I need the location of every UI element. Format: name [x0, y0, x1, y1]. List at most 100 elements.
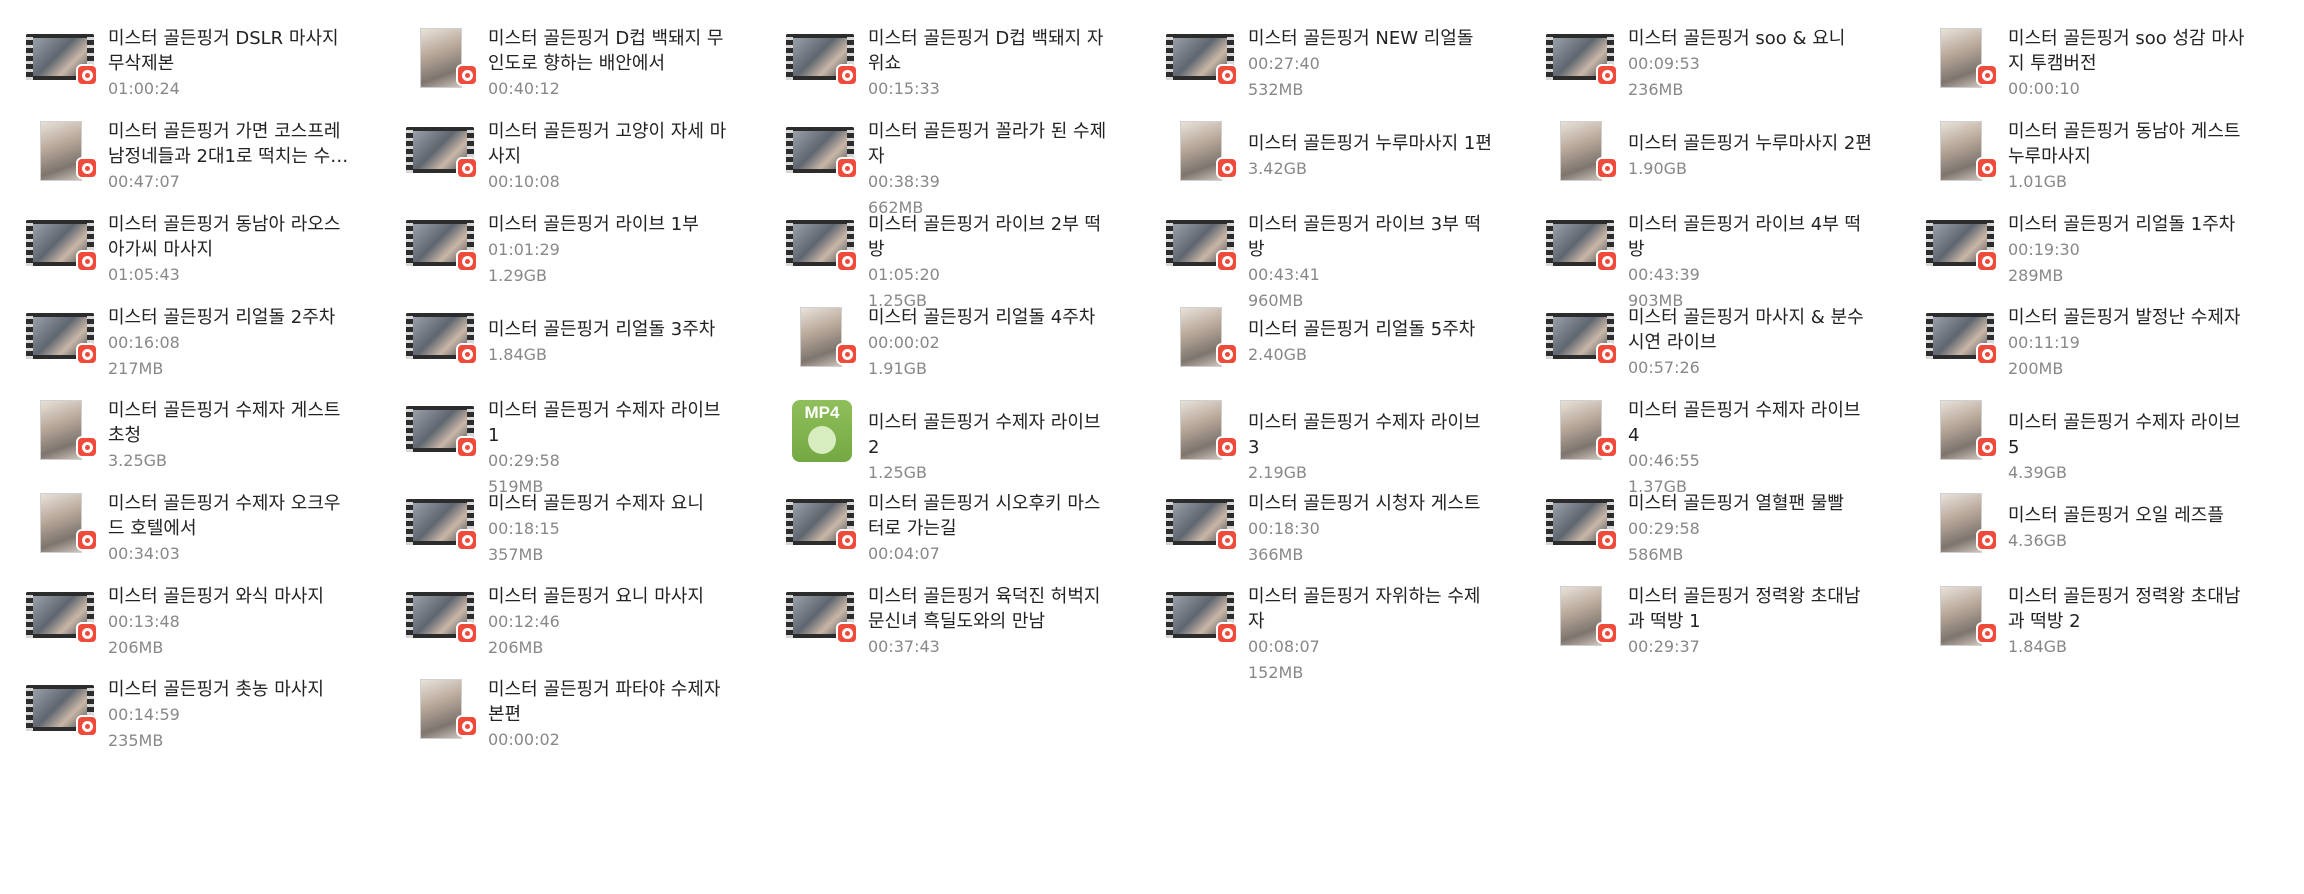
- file-info: 미스터 골든핑거 정력왕 초대남과 떡방 2 1.84GB: [2008, 584, 2256, 660]
- file-size: 200MB: [2008, 359, 2064, 378]
- file-item[interactable]: MP4 미스터 골든핑거 수제자 라이브 2 1.25GB: [764, 382, 1124, 482]
- file-item[interactable]: 미스터 골든핑거 시오후키 마스터로 가는길 00:04:07: [764, 475, 1124, 567]
- app-badge-icon: [1596, 157, 1618, 179]
- file-meta: 1.01GB: [2008, 172, 2067, 191]
- file-item[interactable]: 미스터 골든핑거 DSLR 마사지 무삭제본 01:00:24: [4, 10, 364, 102]
- file-size: 532MB: [1248, 80, 1304, 99]
- file-item[interactable]: 미스터 골든핑거 리얼돌 5주차 2.40GB: [1144, 289, 1504, 381]
- app-badge-icon: [836, 157, 858, 179]
- file-item[interactable]: 미스터 골든핑거 고양이 자세 마사지 00:10:08: [384, 103, 744, 195]
- file-meta: 4.36GB: [2008, 531, 2067, 550]
- file-name: 미스터 골든핑거 리얼돌 5주차: [1248, 319, 1476, 340]
- file-item[interactable]: 미스터 골든핑거 NEW 리얼돌 00:27:40 532MB: [1144, 10, 1504, 102]
- file-item[interactable]: 미스터 골든핑거 수제자 라이브 1 00:29:58 519MB: [384, 382, 744, 496]
- file-name: 미스터 골든핑거 D컵 백돼지 자위쇼: [868, 28, 1104, 74]
- file-meta: 00:57:26: [1628, 358, 1700, 377]
- app-badge-icon: [456, 622, 478, 644]
- file-item[interactable]: 미스터 골든핑거 D컵 백돼지 무인도로 향하는 배안에서 00:40:12: [384, 10, 744, 102]
- file-name: 미스터 골든핑거 시청자 게스트: [1248, 493, 1481, 514]
- file-thumbnail: [786, 121, 858, 179]
- file-item[interactable]: 미스터 골든핑거 정력왕 초대남과 떡방 2 1.84GB: [1904, 568, 2264, 660]
- file-name: 미스터 골든핑거 마사지 & 분수시연 라이브: [1628, 307, 1864, 353]
- file-item[interactable]: 미스터 골든핑거 수제자 게스트 초청 3.25GB: [4, 382, 364, 474]
- app-badge-icon: [1216, 250, 1238, 272]
- file-name: 미스터 골든핑거 수제자 라이브 5: [2008, 412, 2241, 458]
- file-item[interactable]: 미스터 골든핑거 자위하는 수제자 00:08:07 152MB: [1144, 568, 1504, 682]
- file-item[interactable]: 미스터 골든핑거 수제자 오크우드 호텔에서 00:34:03: [4, 475, 364, 567]
- app-badge-icon: [1216, 436, 1238, 458]
- file-item[interactable]: 미스터 골든핑거 파타야 수제자 본편 00:00:02: [384, 661, 744, 753]
- app-badge-icon: [456, 250, 478, 272]
- file-size: 217MB: [108, 359, 164, 378]
- file-item[interactable]: 미스터 골든핑거 soo & 요니 00:09:53 236MB: [1524, 10, 1884, 102]
- file-item[interactable]: 미스터 골든핑거 라이브 3부 떡방 00:43:41 960MB: [1144, 196, 1504, 310]
- file-name: 미스터 골든핑거 시오후키 마스터로 가는길: [868, 493, 1101, 539]
- file-item[interactable]: 미스터 골든핑거 발정난 수제자 00:11:19 200MB: [1904, 289, 2264, 381]
- file-item[interactable]: 미스터 골든핑거 수제자 라이브 3 2.19GB: [1144, 382, 1504, 482]
- file-name: 미스터 골든핑거 수제자 라이브 3: [1248, 412, 1481, 458]
- file-item[interactable]: 미스터 골든핑거 육덕진 허벅지 문신녀 흑딜도와의 만남 00:37:43: [764, 568, 1124, 660]
- file-item[interactable]: 미스터 골든핑거 리얼돌 2주차 00:16:08 217MB: [4, 289, 364, 381]
- file-item[interactable]: 미스터 골든핑거 수제자 요니 00:18:15 357MB: [384, 475, 744, 567]
- file-item[interactable]: 미스터 골든핑거 누루마사지 2편 1.90GB: [1524, 103, 1884, 195]
- app-badge-icon: [1216, 157, 1238, 179]
- file-name: 미스터 골든핑거 육덕진 허벅지 문신녀 흑딜도와의 만남: [868, 586, 1101, 632]
- file-item[interactable]: 미스터 골든핑거 라이브 4부 떡방 00:43:39 903MB: [1524, 196, 1884, 310]
- file-item[interactable]: 미스터 골든핑거 촛농 마사지 00:14:59 235MB: [4, 661, 364, 753]
- app-badge-icon: [456, 529, 478, 551]
- file-item[interactable]: 미스터 골든핑거 D컵 백돼지 자위쇼 00:15:33: [764, 10, 1124, 102]
- file-thumbnail: [1926, 121, 1998, 181]
- file-name: 미스터 골든핑거 리얼돌 4주차: [868, 307, 1096, 328]
- file-thumbnail: [1546, 493, 1618, 551]
- file-meta: 3.42GB: [1248, 159, 1307, 178]
- file-size: 1.91GB: [868, 359, 927, 378]
- file-item[interactable]: 미스터 골든핑거 라이브 2부 떡방 01:05:20 1.25GB: [764, 196, 1124, 310]
- file-meta: 00:29:58: [488, 451, 560, 470]
- file-thumbnail: [1926, 307, 1998, 365]
- app-badge-icon: [76, 436, 98, 458]
- app-badge-icon: [1976, 343, 1998, 365]
- file-thumbnail: [26, 28, 98, 86]
- file-thumbnail: [406, 28, 478, 88]
- file-item[interactable]: 미스터 골든핑거 수제자 라이브 4 00:46:55 1.37GB: [1524, 382, 1884, 496]
- file-name: 미스터 골든핑거 DSLR 마사지 무삭제본: [108, 28, 339, 74]
- file-item[interactable]: 미스터 골든핑거 soo 성감 마사지 투캠버전 00:00:10: [1904, 10, 2264, 102]
- file-info: 미스터 골든핑거 시오후키 마스터로 가는길 00:04:07: [868, 491, 1116, 567]
- file-item[interactable]: 미스터 골든핑거 동남아 라오스 아가씨 마사지 01:05:43: [4, 196, 364, 288]
- file-item[interactable]: 미스터 골든핑거 와식 마사지 00:13:48 206MB: [4, 568, 364, 660]
- file-meta: 1.84GB: [488, 345, 547, 364]
- file-item[interactable]: 미스터 골든핑거 시청자 게스트 00:18:30 366MB: [1144, 475, 1504, 567]
- file-name: 미스터 골든핑거 리얼돌 2주차: [108, 307, 336, 328]
- app-badge-icon: [76, 157, 98, 179]
- file-item[interactable]: 미스터 골든핑거 가면 코스프레 남정네들과 2대1로 떡치는 수제자 ... 0…: [4, 103, 364, 195]
- file-thumbnail: [406, 679, 478, 739]
- file-item[interactable]: 미스터 골든핑거 정력왕 초대남과 떡방 1 00:29:37: [1524, 568, 1884, 660]
- file-item[interactable]: 미스터 골든핑거 열혈팬 물빨 00:29:58 586MB: [1524, 475, 1884, 567]
- file-item[interactable]: 미스터 골든핑거 꼴라가 된 수제자 00:38:39 662MB: [764, 103, 1124, 217]
- file-item[interactable]: 미스터 골든핑거 리얼돌 1주차 00:19:30 289MB: [1904, 196, 2264, 288]
- file-thumbnail: [406, 586, 478, 644]
- file-item[interactable]: 미스터 골든핑거 리얼돌 3주차 1.84GB: [384, 289, 744, 381]
- app-badge-icon: [76, 529, 98, 551]
- file-name: 미스터 골든핑거 오일 레즈플: [2008, 505, 2224, 526]
- file-item[interactable]: 미스터 골든핑거 리얼돌 4주차 00:00:02 1.91GB: [764, 289, 1124, 381]
- file-meta: 00:16:08: [108, 333, 180, 352]
- file-grid: 미스터 골든핑거 DSLR 마사지 무삭제본 01:00:24 미스터 골든핑거 D…: [0, 0, 2304, 894]
- file-item[interactable]: 미스터 골든핑거 요니 마사지 00:12:46 206MB: [384, 568, 744, 660]
- file-item[interactable]: 미스터 골든핑거 누루마사지 1편 3.42GB: [1144, 103, 1504, 195]
- file-thumbnail: [1166, 493, 1238, 551]
- file-item[interactable]: 미스터 골든핑거 오일 레즈플 4.36GB: [1904, 475, 2264, 567]
- app-badge-icon: [836, 250, 858, 272]
- file-item[interactable]: 미스터 골든핑거 라이브 1부 01:01:29 1.29GB: [384, 196, 744, 288]
- mp4-label: MP4: [804, 403, 840, 422]
- file-meta: 00:40:12: [488, 79, 560, 98]
- file-meta: 00:10:08: [488, 172, 560, 191]
- file-name: 미스터 골든핑거 수제자 라이브 4: [1628, 400, 1861, 446]
- file-meta: 1.84GB: [2008, 637, 2067, 656]
- file-meta: 00:27:40: [1248, 54, 1320, 73]
- file-item[interactable]: 미스터 골든핑거 동남아 게스트 누루마사지 1.01GB: [1904, 103, 2264, 195]
- file-item[interactable]: 미스터 골든핑거 수제자 라이브 5 4.39GB: [1904, 382, 2264, 482]
- file-thumbnail: [786, 307, 858, 367]
- file-item[interactable]: 미스터 골든핑거 마사지 & 분수시연 라이브 00:57:26: [1524, 289, 1884, 381]
- file-meta: 00:37:43: [868, 637, 940, 656]
